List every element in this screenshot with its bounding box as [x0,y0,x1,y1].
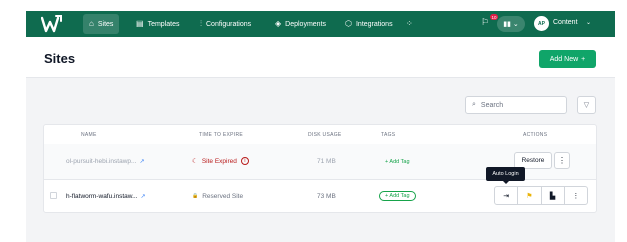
column-header-tags: TAGS [381,132,396,138]
user-menu-label[interactable]: Content [553,19,578,26]
nav-sites-label: Sites [97,20,114,28]
add-tag-link[interactable]: + Add Tag [385,159,410,165]
add-new-button[interactable]: Add New + [539,50,596,68]
instawp-logo[interactable] [41,14,63,34]
more-options-button[interactable]: ⋮ [554,152,570,169]
nav-configurations-label: Configurations [206,20,252,28]
external-link-icon[interactable]: ↗ [141,194,146,200]
nav-deployments-label: Deployments [285,20,327,28]
search-icon: ⌕ [472,101,476,108]
site-name[interactable]: h-flatworm-wafu.instaw... [66,193,138,200]
expire-text: Reserved Site [202,193,244,200]
info-icon[interactable]: i [240,157,249,165]
expire-status: 🔒 Reserved Site [192,193,243,200]
site-name-cell[interactable]: h-flatworm-wafu.instaw... ↗ [66,193,146,200]
home-icon: ⌂ [89,19,94,28]
more-options-button[interactable]: ⋮ [565,187,587,204]
filter-icon: ▽ [583,102,590,109]
stats-dropdown[interactable]: ▮▮ ⌄ [497,16,525,32]
disk-usage: 73 MB [317,193,336,200]
nav-templates-label: Templates [147,20,180,28]
search-placeholder: Search [480,101,504,109]
chevron-down-icon: ⌄ [512,21,519,28]
column-header-actions: ACTIONS [523,132,548,138]
site-name[interactable]: ol-pursuit-hebi.instawp... [66,158,136,165]
auto-login-button[interactable]: ⇥ [495,187,519,204]
layout-button[interactable]: ▙ [542,187,565,204]
plus-icon: + [581,55,586,63]
sliders-icon: ⫶ [200,19,202,28]
apps-grid-button[interactable]: ⁘ [400,14,419,34]
add-new-label: Add New [549,55,579,63]
filter-button[interactable]: ▽ [577,96,596,114]
puzzle-icon: ⬡ [345,19,352,28]
flag-button[interactable]: ⚑ [518,187,542,204]
nav-deployments[interactable]: ◈ Deployments [269,14,332,34]
chevron-down-icon[interactable]: ⌄ [586,19,591,26]
deploy-icon: ◈ [275,19,282,28]
notification-badge: 10 [490,14,498,20]
kebab-icon: ⋮ [572,192,580,200]
row-checkbox[interactable] [50,192,57,199]
login-icon: ⇥ [503,192,510,200]
moon-icon: ☾ [192,158,198,165]
kebab-icon: ⋮ [558,156,566,165]
notification-icon[interactable]: ⚐ [481,17,489,28]
external-link-icon[interactable]: ↗ [139,159,144,165]
top-navbar: ⌂ Sites ▤ Templates ⫶ Configurations ◈ D… [26,11,615,37]
bar-chart-icon: ▮▮ [503,21,511,28]
nav-sites[interactable]: ⌂ Sites [83,14,120,34]
column-header-time-to-expire: TIME TO EXPIRE [199,132,244,138]
templates-icon: ▤ [136,19,144,28]
nav-configurations[interactable]: ⫶ Configurations [194,14,257,34]
search-input[interactable]: ⌕ Search [465,96,567,114]
expire-status: ☾ Site Expired i [192,157,249,165]
row-actions: ⇥ ⚑ ▙ ⋮ [494,186,588,205]
expire-text: Site Expired [201,157,237,165]
avatar[interactable]: AP [534,16,549,31]
auto-login-tooltip: Auto Login [486,167,525,184]
nav-integrations[interactable]: ⬡ Integrations [339,14,399,34]
disk-usage: 71 MB [317,158,336,165]
column-header-disk-usage: DISK USAGE [308,132,342,138]
flag-icon: ⚑ [526,192,533,200]
layout-icon: ▙ [549,192,556,200]
lock-icon: 🔒 [192,193,199,199]
column-header-name: NAME [81,132,97,138]
nav-integrations-label: Integrations [355,20,393,28]
add-tag-button[interactable]: + Add Tag [379,191,416,201]
site-name-cell[interactable]: ol-pursuit-hebi.instawp... ↗ [66,158,144,165]
nav-templates[interactable]: ▤ Templates [130,14,185,34]
apps-grid-icon: ⁘ [406,19,413,28]
page-title: Sites [44,51,76,66]
